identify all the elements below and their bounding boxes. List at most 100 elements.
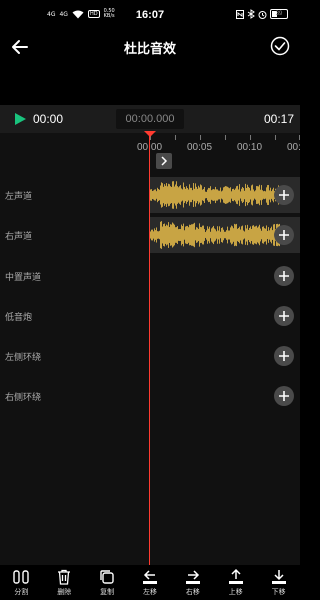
waveform-bar — [173, 181, 174, 209]
waveform-bar — [255, 226, 256, 244]
waveform-bar — [206, 191, 207, 199]
waveform-bar — [261, 230, 262, 240]
playhead-line[interactable] — [149, 135, 150, 565]
waveform-bar — [217, 189, 218, 201]
waveform-bar — [221, 227, 222, 243]
waveform-bar — [191, 187, 192, 203]
page-title: 杜比音效 — [123, 42, 176, 57]
waveform-bar — [171, 186, 172, 204]
copy-button[interactable]: 复制 — [86, 565, 129, 600]
waveform-bar — [208, 228, 209, 242]
waveform-bar — [236, 186, 237, 204]
waveform-bar — [236, 223, 237, 247]
waveform-bar — [250, 190, 251, 200]
waveform-bar — [260, 189, 261, 201]
waveform-bar — [197, 188, 198, 202]
waveform-bar — [198, 228, 199, 242]
expand-chevron-button[interactable] — [156, 153, 172, 169]
ruler-tick — [225, 135, 226, 140]
move-right-button[interactable]: 右移 — [171, 565, 214, 600]
add-audio-button[interactable] — [274, 346, 294, 366]
add-audio-button[interactable] — [274, 386, 294, 406]
waveform-bar — [176, 227, 177, 243]
waveform-bar — [201, 227, 202, 243]
waveform-bar — [168, 222, 169, 248]
waveform-bar — [174, 224, 175, 246]
waveform-bar — [194, 188, 195, 202]
waveform-bar — [189, 224, 190, 246]
waveform-bar — [173, 223, 174, 247]
waveform-bar — [153, 231, 154, 239]
waveform-bar — [150, 189, 151, 201]
plus-icon — [279, 271, 289, 281]
waveform-bar — [227, 226, 228, 244]
status-right: 39 — [236, 9, 288, 19]
waveform-bar — [257, 227, 258, 243]
waveform-bar — [216, 231, 217, 239]
waveform-bar — [226, 230, 227, 240]
waveform-bar — [252, 184, 253, 206]
move-left-icon — [143, 570, 157, 584]
waveform-bar — [244, 231, 245, 239]
plus-icon — [279, 190, 289, 200]
waveform-bar — [221, 191, 222, 199]
plus-icon — [279, 351, 289, 361]
waveform-bar — [264, 228, 265, 242]
waveform-bar — [245, 183, 246, 207]
waveform-bar — [262, 190, 263, 200]
waveform-bar — [210, 231, 211, 239]
split-button[interactable]: 分割 — [0, 565, 43, 600]
plus-icon — [279, 230, 289, 240]
waveform-bar — [267, 185, 268, 205]
tool-label: 分割 — [14, 588, 29, 596]
waveform-bar — [244, 190, 245, 200]
move-left-button[interactable]: 左移 — [129, 565, 172, 600]
timeline-area[interactable]: 00:00 00:05 00:10 00: 左声道 右声道 中置声道 低音炮 — [0, 133, 301, 565]
bluetooth-icon — [247, 9, 255, 19]
waveform-bar — [151, 229, 152, 241]
move-down-button[interactable]: 下移 — [257, 565, 300, 600]
waveform-bar — [205, 191, 206, 199]
ruler-tick — [200, 135, 201, 140]
end-time: 00:17 — [263, 112, 294, 126]
play-icon[interactable] — [13, 112, 27, 126]
waveform-bar — [183, 182, 184, 208]
waveform-bar — [186, 186, 187, 204]
move-up-button[interactable]: 上移 — [214, 565, 257, 600]
add-audio-button[interactable] — [274, 266, 294, 286]
waveform-bar — [180, 229, 181, 241]
waveform-bar — [157, 187, 158, 203]
tool-label: 下移 — [271, 588, 286, 596]
add-audio-button[interactable] — [274, 185, 294, 205]
add-audio-button[interactable] — [274, 225, 294, 245]
waveform-bar — [176, 181, 177, 209]
waveform-bar — [156, 191, 157, 199]
waveform-bar — [175, 227, 176, 243]
waveform-bar — [188, 189, 189, 201]
waveform-bar — [232, 189, 233, 201]
waveform-bar — [218, 230, 219, 240]
waveform-bar — [211, 190, 212, 200]
waveform-bar — [156, 227, 157, 243]
waveform-bar — [215, 186, 216, 204]
waveform-bar — [186, 226, 187, 244]
waveform-bar — [199, 187, 200, 203]
move-down-icon — [271, 570, 286, 584]
waveform-bar — [179, 228, 180, 242]
waveform-bar — [167, 186, 168, 204]
waveform-bar — [195, 229, 196, 241]
delete-button[interactable]: 删除 — [43, 565, 86, 600]
trash-icon — [58, 569, 71, 585]
waveform-bar — [199, 223, 200, 247]
waveform-bar — [219, 190, 220, 200]
bottom-toolbar: 分割 删除 复制 左移 右移 上移 下移 — [0, 565, 300, 600]
tool-label: 复制 — [100, 588, 115, 596]
add-audio-button[interactable] — [274, 306, 294, 326]
playhead-handle[interactable] — [144, 131, 156, 137]
position-readout[interactable]: 00:00.000 — [116, 109, 184, 129]
waveform-bar — [184, 230, 185, 240]
confirm-check-icon[interactable] — [270, 36, 290, 56]
waveform-bar — [241, 226, 242, 244]
waveform-bar — [192, 224, 193, 246]
waveform-bar — [217, 226, 218, 244]
